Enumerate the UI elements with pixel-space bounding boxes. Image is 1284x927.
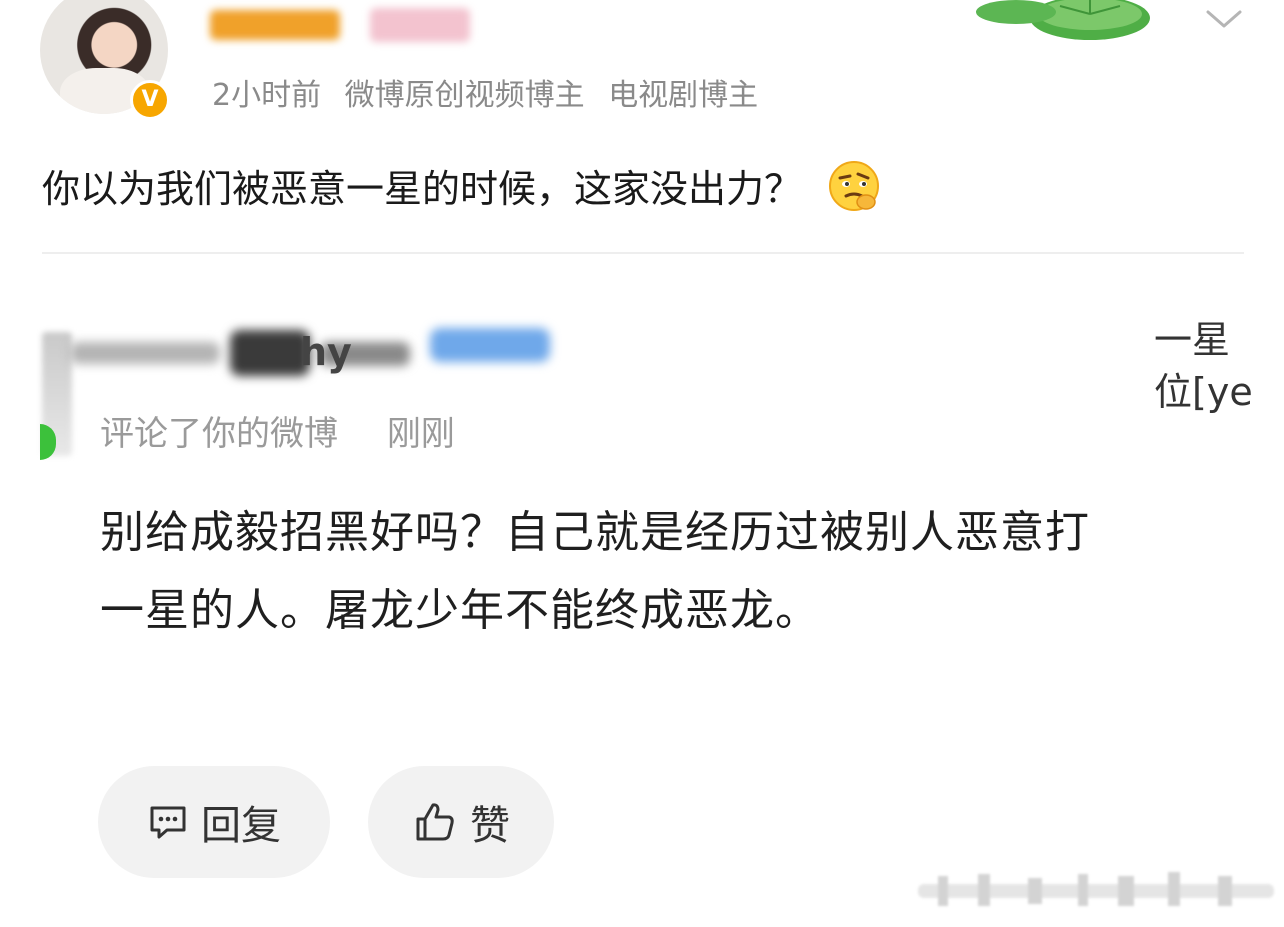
like-button[interactable]: 赞: [368, 766, 554, 878]
author-tag-1: 微博原创视频博主: [344, 78, 585, 113]
post-meta: 2小时前 微博原创视频博主 电视剧博主: [212, 70, 772, 114]
notification-action: 评论了你的微博: [100, 414, 338, 454]
cropped-side-preview: 一星 位[ye: [1154, 314, 1284, 418]
notification-time: 刚刚: [386, 414, 455, 454]
section-divider: [42, 252, 1244, 254]
thumbs-up-icon: [416, 803, 454, 841]
notification-meta: 评论了你的微博 刚刚: [100, 406, 455, 455]
thinking-face-emoji: [828, 160, 880, 212]
reply-button[interactable]: 回复: [98, 766, 330, 878]
author-name-redacted[interactable]: [210, 4, 480, 46]
comment-icon: [150, 806, 186, 839]
comment-text: 别给成毅招黑好吗？自己就是经历过被别人恶意打一星的人。屠龙少年不能终成恶龙。: [100, 507, 1090, 636]
watermark-redacted: [918, 872, 1274, 906]
like-label: 赞: [470, 803, 510, 849]
post-time: 2小时前: [212, 78, 322, 113]
side-preview-line-2: 位[ye: [1154, 370, 1253, 414]
post-body: 你以为我们被恶意一星的时候，这家没出力？: [42, 158, 880, 213]
side-preview-line-1: 一星: [1154, 318, 1231, 362]
lotus-leaf-decoration: [976, 0, 1150, 40]
author-tag-2: 电视剧博主: [608, 78, 759, 113]
verified-badge: V: [130, 80, 170, 120]
commenter-name-fragment: hy: [300, 330, 352, 374]
chevron-down-icon[interactable]: [1204, 4, 1244, 34]
reply-label: 回复: [201, 803, 281, 849]
post-text: 你以为我们被恶意一星的时候，这家没出力？: [42, 167, 803, 211]
